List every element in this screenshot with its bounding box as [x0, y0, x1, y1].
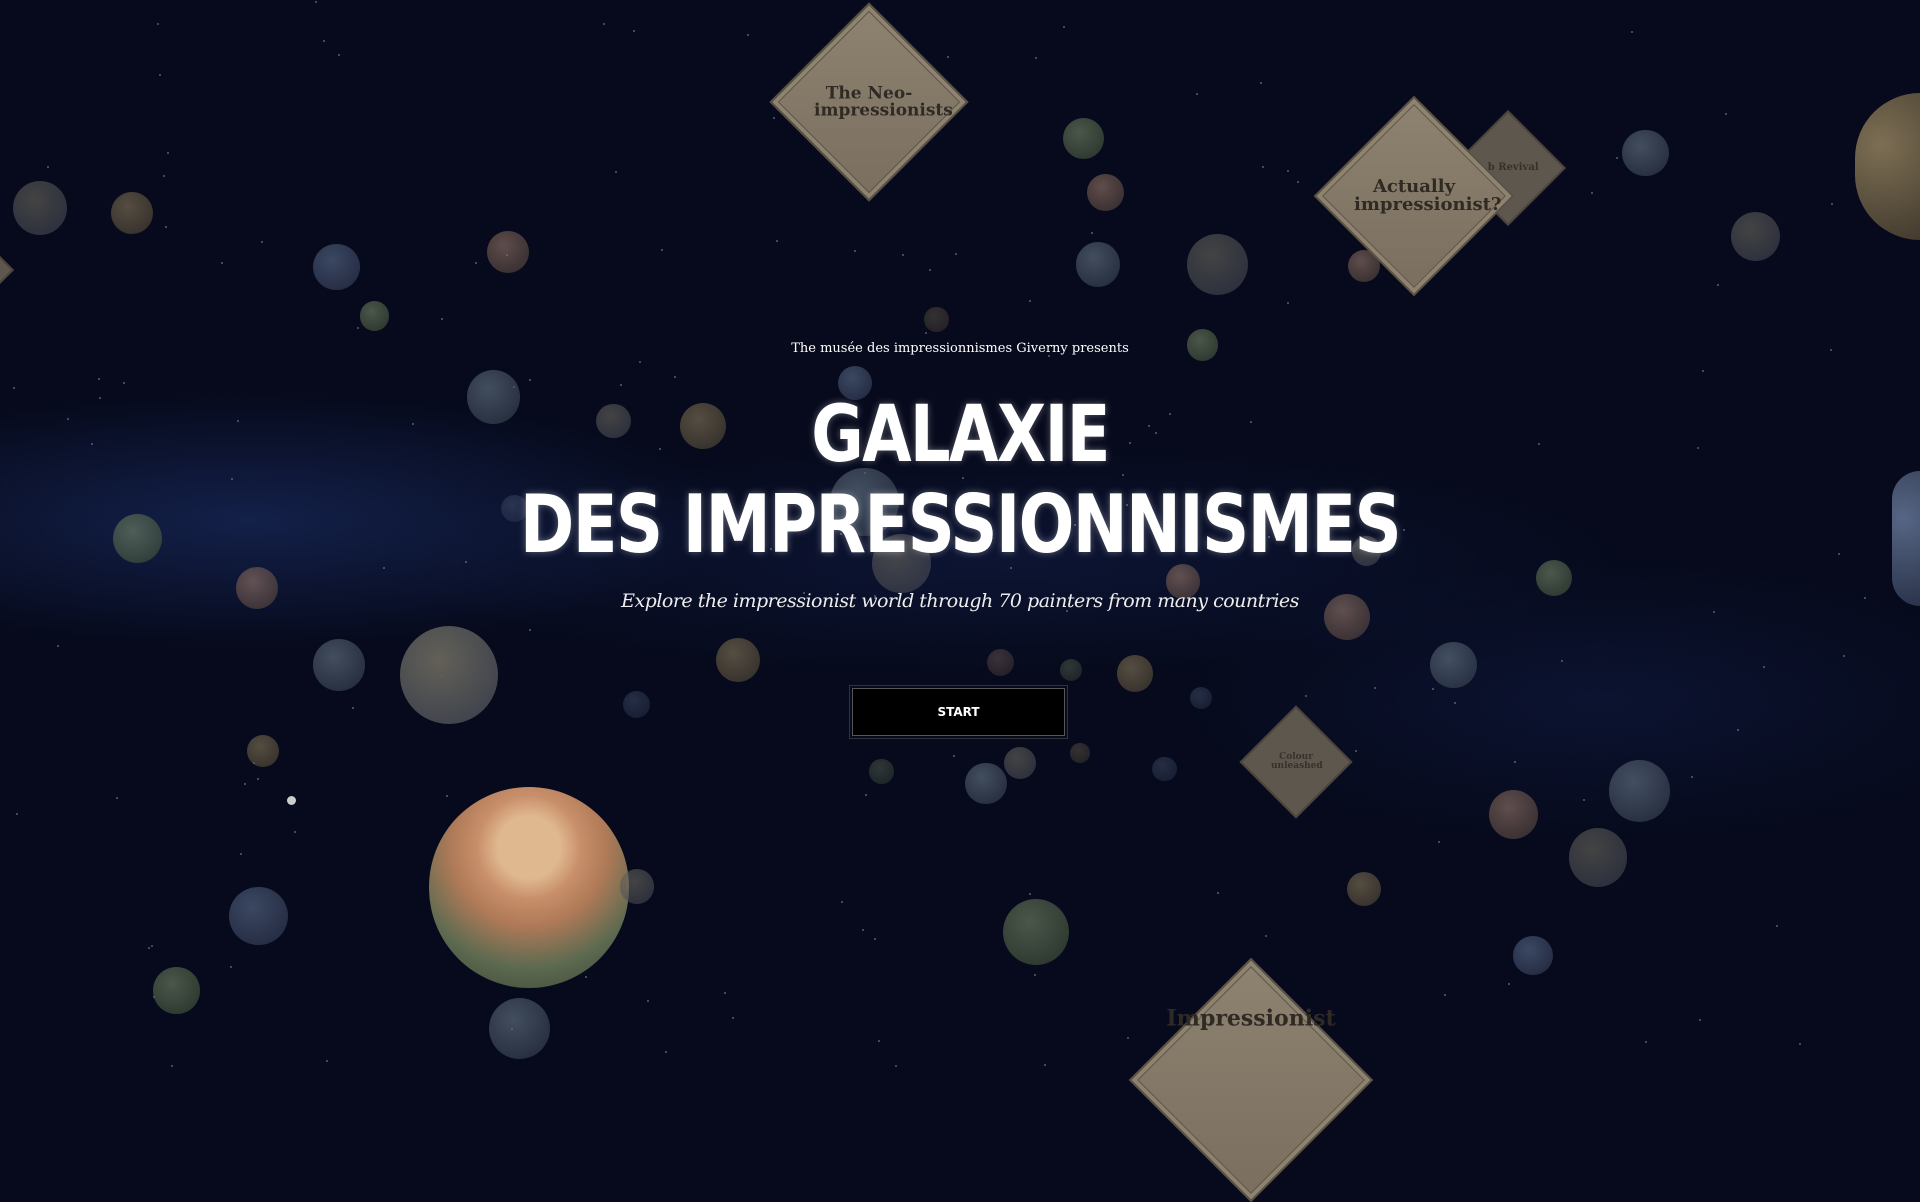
theme-label: Impressionist: [1166, 1005, 1336, 1032]
painter-bubble[interactable]: [716, 637, 761, 683]
painter-bubble[interactable]: [1855, 93, 1920, 240]
painter-bubble[interactable]: [623, 690, 651, 718]
painter-bubble[interactable]: [1430, 641, 1477, 689]
theme-label: The Neo-impressionists: [814, 83, 953, 120]
painter-bubble[interactable]: [1186, 233, 1248, 296]
painter-bubble[interactable]: [487, 231, 529, 274]
theme-actually-impressionist[interactable]: Actually impressionist?: [1313, 95, 1515, 297]
painter-bubble[interactable]: [1116, 655, 1154, 692]
presenter-line: The musée des impressionnismes Giverny p…: [791, 341, 1129, 356]
theme-colour-unleashed[interactable]: Colour unleashed: [1239, 705, 1353, 819]
painter-bubble[interactable]: [111, 192, 154, 234]
theme-impressionist[interactable]: Impressionist: [1128, 957, 1374, 1202]
painter-bubble[interactable]: [619, 869, 654, 904]
painter-bubble[interactable]: [1608, 760, 1671, 822]
painter-bubble[interactable]: [1891, 471, 1920, 607]
painter-bubble[interactable]: [1346, 871, 1382, 907]
painter-bubble[interactable]: [1076, 242, 1121, 287]
painter-bubble[interactable]: [1190, 686, 1213, 709]
painter-bubble[interactable]: [1087, 173, 1125, 211]
cursor-dot: [287, 796, 296, 805]
painter-bubble[interactable]: [247, 734, 280, 767]
painter-bubble[interactable]: [428, 787, 630, 989]
painter-bubble[interactable]: [360, 301, 390, 331]
title-line-2: DES IMPRESSIONNISMES: [519, 478, 1402, 571]
painter-bubble[interactable]: [400, 625, 499, 724]
painter-bubble[interactable]: [313, 639, 365, 691]
painter-bubble[interactable]: [1060, 658, 1083, 681]
painter-bubble[interactable]: [964, 762, 1007, 805]
subtitle: Explore the impressionist world through …: [621, 590, 1299, 612]
painter-bubble[interactable]: [112, 514, 162, 564]
painter-bubble[interactable]: [1152, 756, 1177, 782]
painter-bubble[interactable]: [1488, 789, 1538, 839]
painter-bubble[interactable]: [1568, 827, 1628, 887]
painter-bubble[interactable]: [869, 759, 894, 784]
painter-bubble[interactable]: [1070, 743, 1090, 763]
painter-bubble[interactable]: [1513, 935, 1553, 975]
theme-offscreen[interactable]: [0, 245, 15, 295]
start-button[interactable]: START: [849, 685, 1068, 739]
theme-neo-impressionists[interactable]: The Neo-impressionists: [769, 2, 969, 202]
painter-bubble[interactable]: [13, 181, 68, 236]
painter-bubble[interactable]: [1004, 746, 1036, 779]
theme-label: Colour unleashed: [1271, 752, 1323, 771]
theme-label: Actually impressionist?: [1354, 176, 1502, 215]
painter-bubble[interactable]: [1622, 129, 1669, 177]
painter-bubble[interactable]: [986, 648, 1014, 676]
painter-bubble[interactable]: [153, 967, 200, 1014]
painter-bubble[interactable]: [488, 997, 550, 1060]
title-line-1: GALAXIE: [811, 390, 1110, 480]
painter-bubble[interactable]: [924, 307, 949, 332]
painter-bubble[interactable]: [228, 886, 288, 946]
painter-bubble[interactable]: [1002, 898, 1069, 965]
painter-bubble[interactable]: [1731, 211, 1781, 261]
painter-bubble[interactable]: [1062, 117, 1105, 160]
painter-bubble[interactable]: [313, 243, 360, 291]
